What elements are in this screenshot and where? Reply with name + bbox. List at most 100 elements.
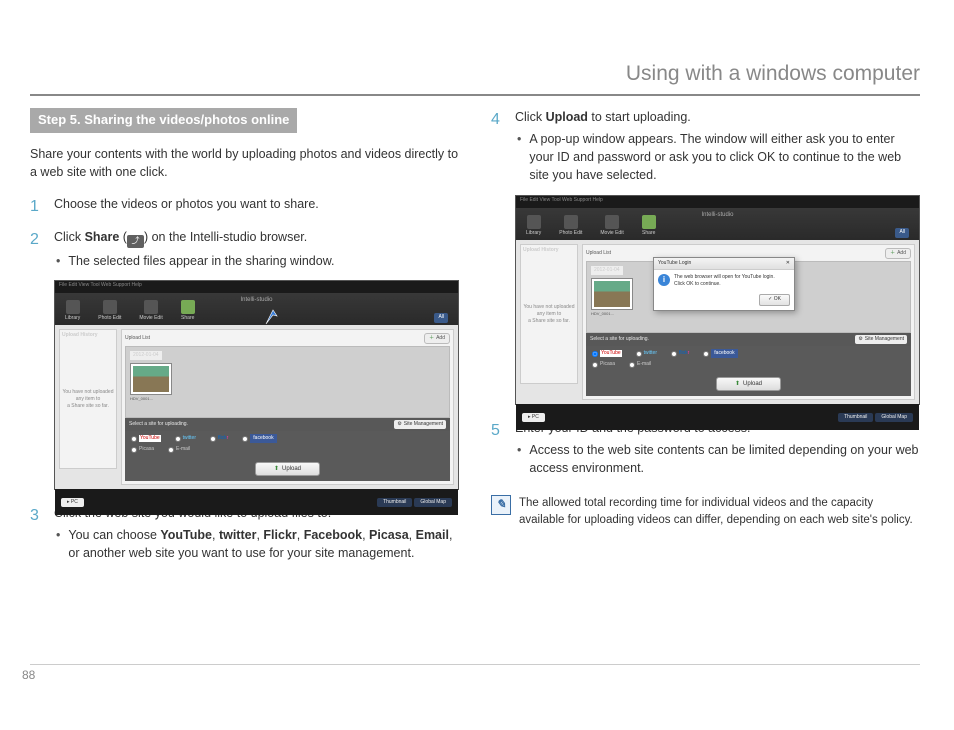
radio[interactable] xyxy=(242,436,248,442)
ss-tool-movieedit: Movie Edit xyxy=(600,215,623,237)
service-youtube[interactable]: YouTube xyxy=(592,350,622,357)
ss-menubar: File Edit View Tool Web Support Help xyxy=(516,196,919,208)
radio[interactable] xyxy=(168,447,174,453)
service-facebook[interactable]: facebook xyxy=(703,349,737,358)
share-icon xyxy=(181,300,195,314)
date-badge: 2012-01-04 xyxy=(591,266,623,275)
ss-upload-panel: Upload List ＋Add 2012-01-04 HDV_0001... … xyxy=(121,329,454,486)
service-facebook[interactable]: facebook xyxy=(242,434,276,443)
pc-button[interactable]: ▸ PC xyxy=(61,498,84,507)
bullet-icon: • xyxy=(56,526,60,562)
intro-text: Share your contents with the world by up… xyxy=(30,145,459,181)
radio[interactable] xyxy=(175,436,181,442)
video-thumb[interactable] xyxy=(130,363,172,395)
text: ( xyxy=(119,230,127,244)
bullet-text: Access to the web site contents can be l… xyxy=(529,441,920,477)
ss-select-bar: Select a site for uploading. ⚙Site Manag… xyxy=(125,418,450,431)
thumb-name: HDV_0001... xyxy=(591,311,906,317)
ss-services: YouTube twitter flickr facebook xyxy=(125,431,450,446)
popup-title: YouTube Login xyxy=(658,260,691,267)
ss-body: Upload History You have not uploaded any… xyxy=(55,325,458,490)
globalmap-tab[interactable]: Global Map xyxy=(414,498,452,507)
label: flickr xyxy=(218,435,228,442)
upload-list-label: Upload List xyxy=(125,335,150,342)
radio[interactable] xyxy=(210,436,216,442)
step-body: Click Upload to start uploading. • A pop… xyxy=(515,108,920,185)
library-icon xyxy=(527,215,541,229)
thumbnail-tab[interactable]: Thumbnail xyxy=(838,413,873,422)
label: Add xyxy=(897,250,906,257)
ss-tool-share[interactable]: Share xyxy=(642,215,656,237)
label: Select a site for uploading. xyxy=(590,336,649,343)
add-button[interactable]: ＋Add xyxy=(424,333,450,344)
upload-button[interactable]: ⬆Upload xyxy=(716,377,781,392)
gear-icon: ⚙ xyxy=(397,421,401,428)
radio[interactable] xyxy=(629,362,635,368)
note-box: ✎ The allowed total recording time for i… xyxy=(491,495,920,528)
service-email[interactable]: E-mail xyxy=(629,361,651,368)
service-youtube[interactable]: YouTube xyxy=(131,435,161,442)
ss-tool-library: Library xyxy=(65,300,80,322)
upload-button[interactable]: ⬆Upload xyxy=(255,462,320,477)
label: Movie Edit xyxy=(600,230,623,237)
service-flickr[interactable]: flickr xyxy=(671,350,689,357)
login-popup: YouTube Login ✕ i The web browser will o… xyxy=(653,257,795,311)
radio[interactable] xyxy=(131,436,137,442)
globalmap-tab[interactable]: Global Map xyxy=(875,413,913,422)
page-number: 88 xyxy=(22,668,35,682)
movie-edit-icon xyxy=(605,215,619,229)
all-pill[interactable]: All xyxy=(434,313,448,322)
plus-icon: ＋ xyxy=(429,335,434,342)
label: Select a site for uploading. xyxy=(129,421,188,428)
ss-body: Upload History You have not uploaded any… xyxy=(516,240,919,405)
upload-label: Upload xyxy=(546,110,588,124)
share-icon: ⤴ xyxy=(127,235,144,248)
thumb-name: HDV_0001... xyxy=(130,396,445,402)
ss-upload-row: ⬆Upload xyxy=(125,457,450,482)
add-button[interactable]: ＋Add xyxy=(885,248,911,259)
ss-services: YouTube twitter flickr facebook xyxy=(586,346,911,361)
service-twitter[interactable]: twitter xyxy=(175,435,196,442)
title: Upload History xyxy=(523,247,575,254)
site-management-button[interactable]: ⚙Site Management xyxy=(855,335,907,344)
service-flickr[interactable]: flickr xyxy=(210,435,228,442)
radio[interactable] xyxy=(671,351,677,357)
header-divider xyxy=(30,94,920,96)
ss-tool-share[interactable]: Share xyxy=(181,300,195,322)
radio[interactable] xyxy=(592,351,598,357)
ss-toolbar: Intelli-studio Library Photo Edit Movie … xyxy=(516,208,919,240)
site-management-button[interactable]: ⚙Site Management xyxy=(394,420,446,429)
all-pill[interactable]: All xyxy=(895,228,909,237)
thumbnail-tab[interactable]: Thumbnail xyxy=(377,498,412,507)
service-picasa[interactable]: Picasa xyxy=(592,361,615,368)
service-twitter[interactable]: twitter xyxy=(636,350,657,357)
text: Click xyxy=(515,110,546,124)
sub-bullet: • You can choose YouTube, twitter, Flick… xyxy=(56,526,459,562)
ok-button[interactable]: ✓ OK xyxy=(759,294,790,305)
service-picasa[interactable]: Picasa xyxy=(131,446,154,453)
video-thumb[interactable] xyxy=(591,278,633,310)
photo-edit-icon xyxy=(103,300,117,314)
radio[interactable] xyxy=(703,351,709,357)
step-number: 2 xyxy=(30,228,44,269)
service-email[interactable]: E-mail xyxy=(168,446,190,453)
label: Photo Edit xyxy=(98,315,121,322)
label: Add xyxy=(436,335,445,342)
step-number: 5 xyxy=(491,419,505,477)
step-number: 3 xyxy=(30,504,44,562)
close-icon[interactable]: ✕ xyxy=(786,260,790,267)
title: Upload History xyxy=(62,332,114,339)
label: Library xyxy=(526,230,541,237)
page-header: Using with a windows computer xyxy=(626,62,920,86)
arrow-icon xyxy=(263,307,283,327)
bullet-text: A pop-up window appears. The window will… xyxy=(529,130,920,184)
pc-button[interactable]: ▸ PC xyxy=(522,413,545,422)
step-4: 4 Click Upload to start uploading. • A p… xyxy=(491,108,920,185)
radio[interactable] xyxy=(592,362,598,368)
ss-services-2: Picasa E-mail xyxy=(125,446,450,456)
right-column: 4 Click Upload to start uploading. • A p… xyxy=(491,108,920,670)
radio[interactable] xyxy=(131,447,137,453)
note-text: The allowed total recording time for ind… xyxy=(519,495,920,528)
radio[interactable] xyxy=(636,351,642,357)
step-number: 1 xyxy=(30,195,44,218)
